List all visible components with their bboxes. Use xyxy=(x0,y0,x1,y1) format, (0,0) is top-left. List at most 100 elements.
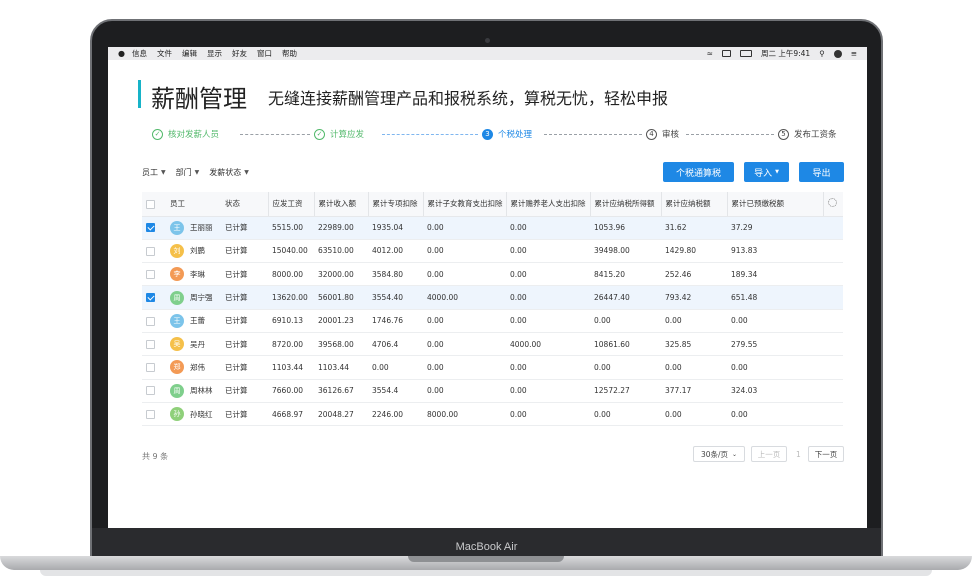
employee-name[interactable]: 王蕾 xyxy=(190,315,205,326)
cell-special: 1746.76 xyxy=(368,309,423,333)
cell-taxable: 10861.60 xyxy=(590,332,661,357)
table-row[interactable]: 王王丽丽 已计算 5515.00 22989.00 1935.04 0.00 0.00 105… xyxy=(142,216,843,240)
battery-icon[interactable] xyxy=(739,50,752,57)
column-header[interactable]: 累计应纳税额 xyxy=(660,192,727,217)
airplay-icon[interactable] xyxy=(721,50,731,57)
employee-name[interactable]: 周林林 xyxy=(190,385,213,396)
employee-name[interactable]: 王丽丽 xyxy=(190,222,213,233)
row-checkbox[interactable] xyxy=(146,363,155,373)
control-center-icon[interactable]: ≡ xyxy=(851,49,857,58)
cell-elder: 0.00 xyxy=(506,262,590,287)
employee-name[interactable]: 李琳 xyxy=(190,269,205,280)
row-checkbox[interactable] xyxy=(146,316,155,326)
wifi-icon[interactable]: ≈ xyxy=(707,49,713,58)
import-button[interactable]: 导入 ▼ xyxy=(744,162,789,182)
filter-department[interactable]: 部门 ▼ xyxy=(176,167,200,178)
column-header[interactable]: 累计子女教育支出扣除 xyxy=(422,192,506,217)
gear-icon[interactable] xyxy=(827,198,837,208)
step-verify-staff[interactable]: ✓ 核对发薪人员 xyxy=(152,128,219,140)
cell-elder: 0.00 xyxy=(506,309,590,333)
next-page-button[interactable]: 下一页 xyxy=(808,446,844,462)
table-row[interactable]: 周周宁强 已计算 13620.00 56001.80 3554.40 4000.00 0.0… xyxy=(142,285,843,310)
apple-icon[interactable]: ● xyxy=(108,49,125,58)
step-number: 4 xyxy=(646,128,657,140)
employee-cell: 吴吴丹 xyxy=(166,332,221,357)
column-header[interactable]: 状态 xyxy=(221,192,268,217)
step-publish-payslip[interactable]: 5 发布工资条 xyxy=(778,128,837,140)
column-header[interactable]: 累计赡养老人支出扣除 xyxy=(505,192,590,217)
column-header[interactable]: 员工 xyxy=(166,192,221,217)
menu-item-window[interactable]: 窗口 xyxy=(257,48,272,59)
column-header[interactable]: 累计已预缴税额 xyxy=(726,192,823,217)
step-review[interactable]: 4 审核 xyxy=(646,128,679,140)
column-header[interactable]: 累计应纳税所得额 xyxy=(589,192,661,217)
cell-special: 2246.00 xyxy=(368,402,423,427)
row-checkbox[interactable] xyxy=(146,293,155,303)
menu-item-view[interactable]: 显示 xyxy=(207,48,222,59)
employee-cell: 郑郑伟 xyxy=(166,355,221,380)
row-checkbox[interactable] xyxy=(146,409,155,419)
employee-name[interactable]: 吴丹 xyxy=(190,339,205,350)
prev-page-button[interactable]: 上一页 xyxy=(751,446,787,462)
cell-prepaid: 37.29 xyxy=(727,216,823,240)
siri-icon[interactable] xyxy=(833,49,842,58)
step-check-icon: ✓ xyxy=(152,128,163,140)
cell-income: 63510.00 xyxy=(314,239,368,264)
select-all-checkbox[interactable] xyxy=(146,199,155,209)
table-row[interactable]: 孙孙晓红 已计算 4668.97 20048.27 2246.00 8000.00 0.00… xyxy=(142,402,843,427)
menu-item-friends[interactable]: 好友 xyxy=(232,48,247,59)
current-page[interactable]: 1 xyxy=(796,450,801,459)
cell-status: 已计算 xyxy=(221,239,268,264)
row-checkbox[interactable] xyxy=(146,386,155,396)
employee-name[interactable]: 周宁强 xyxy=(190,292,213,303)
cell-tax: 377.17 xyxy=(661,379,727,403)
step-tax-processing[interactable]: 3 个税处理 xyxy=(482,128,532,140)
row-checkbox[interactable] xyxy=(146,339,155,349)
table-row[interactable]: 王王蕾 已计算 6910.13 20001.23 1746.76 0.00 0.00 0.00… xyxy=(142,309,843,333)
cell-salary: 5515.00 xyxy=(268,216,314,240)
export-button[interactable]: 导出 xyxy=(799,162,844,182)
filter-employee[interactable]: 员工 ▼ xyxy=(142,167,166,178)
column-header[interactable]: 累计专项扣除 xyxy=(367,192,423,217)
avatar: 刘 xyxy=(170,243,184,258)
row-checkbox[interactable] xyxy=(146,246,155,256)
menu-item-info[interactable]: 信息 xyxy=(132,48,147,59)
menu-item-file[interactable]: 文件 xyxy=(157,48,172,59)
filter-pay-status[interactable]: 发薪状态 ▼ xyxy=(209,167,249,178)
avatar: 孙 xyxy=(170,407,184,422)
menubar-clock[interactable]: 周二 上午9:41 xyxy=(761,48,810,59)
page-size-select[interactable]: 30条/页 ⌄ xyxy=(693,446,745,462)
table-row[interactable]: 刘刘鹏 已计算 15040.00 63510.00 4012.00 0.00 0.00 394… xyxy=(142,239,843,264)
cell-income: 20001.23 xyxy=(314,309,368,333)
table-row[interactable]: 吴吴丹 已计算 8720.00 39568.00 4706.4 0.00 4000.00 10… xyxy=(142,332,843,357)
tax-calc-button[interactable]: 个税通算税 xyxy=(663,162,734,182)
cell-salary: 15040.00 xyxy=(268,239,314,264)
table-row[interactable]: 郑郑伟 已计算 1103.44 1103.44 0.00 0.00 0.00 0.00 0.00… xyxy=(142,355,843,380)
column-header[interactable]: 应发工资 xyxy=(267,192,314,217)
table-row[interactable]: 周周林林 已计算 7660.00 36126.67 3554.4 0.00 0.00 1257… xyxy=(142,379,843,403)
cell-taxable: 12572.27 xyxy=(590,379,661,403)
row-end-cell xyxy=(823,309,843,333)
row-checkbox[interactable] xyxy=(146,223,155,233)
table-row[interactable]: 李李琳 已计算 8000.00 32000.00 3584.80 0.00 0.00 8415… xyxy=(142,262,843,287)
table-header: 员工 状态 应发工资 累计收入额 累计专项扣除 累计子女教育支出扣除 累计赡养老… xyxy=(142,192,843,217)
cell-prepaid: 189.34 xyxy=(727,262,823,287)
employee-name[interactable]: 孙晓红 xyxy=(190,409,213,420)
cell-child: 0.00 xyxy=(423,355,506,380)
cell-tax: 31.62 xyxy=(661,216,727,240)
employee-name[interactable]: 刘鹏 xyxy=(190,245,205,256)
laptop-notch xyxy=(408,556,564,562)
menu-item-edit[interactable]: 编辑 xyxy=(182,48,197,59)
cell-elder: 4000.00 xyxy=(506,332,590,357)
filter-label: 发薪状态 xyxy=(209,168,242,177)
cell-status: 已计算 xyxy=(221,216,268,240)
row-select-cell xyxy=(142,216,166,240)
row-checkbox[interactable] xyxy=(146,269,155,279)
employee-name[interactable]: 郑伟 xyxy=(190,362,205,373)
spotlight-search-icon[interactable]: ⚲ xyxy=(819,49,825,58)
stage: ● 信息 文件 编辑 显示 好友 窗口 帮助 ≈ 周二 上午9:41 ⚲ ≡ 薪… xyxy=(0,0,972,579)
step-calc-payable[interactable]: ✓ 计算应发 xyxy=(314,128,364,140)
column-header[interactable]: 累计收入额 xyxy=(313,192,368,217)
cell-prepaid: 324.03 xyxy=(727,379,823,403)
menu-item-help[interactable]: 帮助 xyxy=(282,48,297,59)
